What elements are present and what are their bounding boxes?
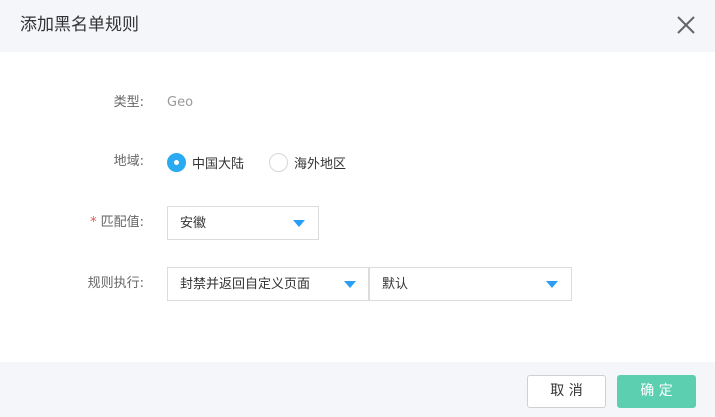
radio-checked-icon — [167, 152, 186, 172]
action-select[interactable]: 封禁并返回自定义页面 — [167, 267, 369, 301]
match-label-text: 匹配值: — [100, 215, 144, 230]
region-option-label: 海外地区 — [294, 156, 347, 172]
caret-down-icon — [344, 281, 356, 288]
cancel-button[interactable]: 取 消 — [527, 375, 606, 408]
radio-unchecked-icon — [269, 152, 288, 172]
required-mark: * — [90, 215, 97, 230]
action-select-text: 封禁并返回自定义页面 — [180, 277, 311, 292]
match-value-select[interactable]: 安徽 — [167, 206, 319, 240]
dialog-header: 添加黑名单规则 — [0, 0, 715, 52]
match-label: * 匹配值: — [4, 214, 144, 232]
add-blacklist-rule-dialog: 添加黑名单规则 类型: Geo 地域: 中国大陆 海外地区 * 匹配值: 安徽 规… — [0, 0, 715, 417]
dialog-footer: 取 消 确 定 — [0, 362, 715, 417]
caret-down-icon — [546, 281, 558, 288]
close-icon-glyph — [677, 16, 695, 34]
page-select[interactable]: 默认 — [369, 267, 572, 301]
page-select-text: 默认 — [382, 277, 409, 292]
region-label: 地域: — [113, 154, 144, 169]
action-label: 规则执行: — [87, 276, 144, 291]
close-icon[interactable] — [674, 13, 698, 37]
region-option-overseas[interactable]: 海外地区 — [269, 152, 346, 172]
type-label: 类型: — [113, 95, 144, 110]
match-value-text: 安徽 — [180, 216, 207, 231]
region-option-label: 中国大陆 — [192, 156, 245, 172]
type-value: Geo — [167, 95, 194, 110]
dialog-title: 添加黑名单规则 — [20, 15, 139, 35]
confirm-button[interactable]: 确 定 — [617, 375, 696, 408]
caret-down-icon — [293, 220, 305, 227]
region-option-mainland[interactable]: 中国大陆 — [167, 152, 244, 172]
